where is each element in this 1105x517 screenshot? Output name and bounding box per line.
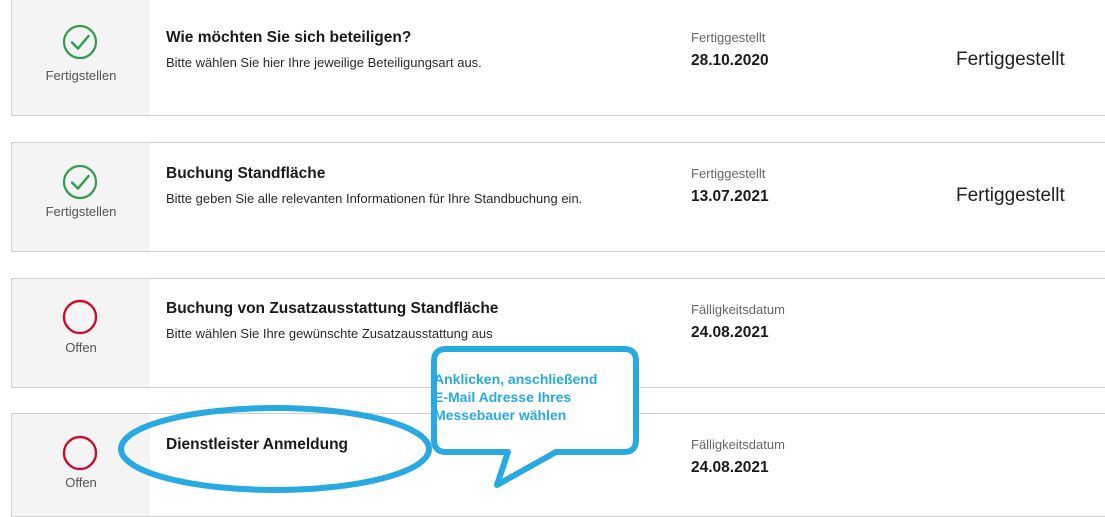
task-description: Bitte wählen Sie hier Ihre jeweilige Bet…	[166, 55, 482, 70]
task-date-label: Fertiggestellt	[691, 166, 766, 181]
task-title[interactable]: Buchung Standfläche	[166, 165, 325, 183]
callout-line: Anklicken, anschließend	[434, 371, 598, 387]
task-date-label: Fälligkeitsdatum	[691, 302, 785, 317]
task-status-column: Offen	[12, 279, 150, 387]
task-card-service-provider-registration[interactable]: Offen Dienstleister Anmeldung Fälligkeit…	[11, 413, 1105, 517]
check-circle-icon	[62, 164, 98, 200]
task-description: Bitte wählen Sie Ihre gewünschte Zusatza…	[166, 326, 493, 341]
open-circle-icon	[62, 299, 98, 335]
task-title[interactable]: Buchung von Zusatzausstattung Standfläch…	[166, 300, 498, 318]
callout-line: E-Mail Adresse Ihres	[434, 389, 572, 405]
task-description: Bitte geben Sie alle relevanten Informat…	[166, 191, 583, 206]
callout-text: Anklicken, anschließend E-Mail Adresse I…	[434, 370, 634, 424]
check-circle-icon	[62, 24, 98, 60]
task-state: Fertiggestellt	[956, 185, 1065, 206]
task-status-label: Offen	[65, 340, 97, 355]
task-card-participation[interactable]: Fertigstellen Wie möchten Sie sich betei…	[11, 0, 1105, 116]
task-state: Fertiggestellt	[956, 49, 1065, 70]
task-date-label: Fälligkeitsdatum	[691, 437, 785, 452]
task-date-value: 13.07.2021	[691, 188, 769, 205]
task-status-label: Offen	[65, 475, 97, 490]
task-title[interactable]: Dienstleister Anmeldung	[166, 436, 348, 454]
task-status-label: Fertigstellen	[45, 68, 117, 83]
task-status-label: Fertigstellen	[45, 204, 117, 219]
callout-line: Messebauer wählen	[434, 407, 567, 423]
task-date-value: 28.10.2020	[691, 52, 769, 69]
task-status-column: Fertigstellen	[12, 143, 150, 251]
task-status-column: Offen	[12, 414, 150, 516]
task-date-value: 24.08.2021	[691, 459, 769, 476]
open-circle-icon	[62, 435, 98, 471]
task-card-booth-booking[interactable]: Fertigstellen Buchung Standfläche Bitte …	[11, 142, 1105, 252]
task-date-value: 24.08.2021	[691, 324, 769, 341]
task-status-column: Fertigstellen	[12, 0, 150, 115]
task-title[interactable]: Wie möchten Sie sich beteiligen?	[166, 29, 411, 47]
task-date-label: Fertiggestellt	[691, 30, 766, 45]
